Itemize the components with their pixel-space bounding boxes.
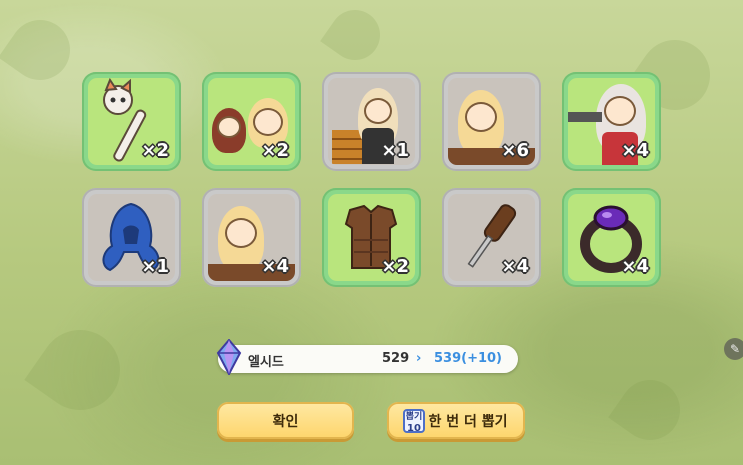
item-quantity: ×1 [381, 140, 409, 161]
reward-item-character-card-2[interactable]: ×1 [322, 72, 421, 171]
background-leaf [24, 314, 136, 426]
reward-item-purple-gem-ring[interactable]: ×4 [562, 188, 661, 287]
item-quantity: ×2 [261, 140, 289, 161]
crystal-icon [216, 339, 242, 375]
reward-item-leather-armor[interactable]: ×2 [322, 188, 421, 287]
reward-item-character-card-3[interactable]: ×6 [442, 72, 541, 171]
pen-icon[interactable]: ✎ [724, 338, 743, 360]
item-quantity: ×2 [141, 140, 169, 161]
resource-arrow: › [416, 351, 422, 366]
character-face [604, 96, 636, 126]
confirm-button-label: 확인 [272, 413, 299, 430]
item-quantity: ×4 [621, 256, 649, 277]
resource-new-amount: 539(+10) [434, 351, 503, 366]
item-art: ×4 [448, 194, 535, 281]
item-quantity: ×4 [261, 256, 289, 277]
character-face [217, 116, 241, 138]
ticket-count: 10 [407, 423, 421, 434]
reward-item-screwdriver[interactable]: ×4 [442, 188, 541, 287]
item-art: ×1 [88, 194, 175, 281]
item-art: ×6 [448, 78, 535, 165]
ticket-label: 뽑기 [405, 412, 423, 422]
item-quantity: ×6 [501, 140, 529, 161]
item-quantity: ×2 [381, 256, 409, 277]
background-leaf [608, 368, 692, 452]
weapon [568, 112, 602, 122]
background-leaf [320, 0, 390, 70]
background-leaf [0, 8, 82, 92]
item-art: ×2 [328, 194, 415, 281]
draw-again-label: 한 번 더 뽑기 [428, 413, 508, 430]
item-art: ×4 [568, 194, 655, 281]
character-face [253, 108, 283, 136]
ticket-icon: 뽑기 10 [403, 409, 425, 434]
reward-item-character-card-5[interactable]: ×4 [202, 188, 301, 287]
stacked-boxes [332, 130, 362, 164]
reward-item-blue-hood[interactable]: ×1 [82, 188, 181, 287]
character-face [225, 218, 257, 248]
resource-name: 엘시드 [248, 355, 284, 370]
item-quantity: ×1 [141, 256, 169, 277]
reward-item-character-card-1[interactable]: ×2 [202, 72, 301, 171]
item-art: ×1 [328, 78, 415, 165]
item-art: ×4 [208, 194, 295, 281]
item-quantity: ×4 [621, 140, 649, 161]
item-art: ×2 [88, 78, 175, 165]
resource-bar: 엘시드 529 › 539(+10) [216, 339, 518, 375]
resource-old-amount: 529 [382, 351, 410, 366]
character-face [364, 98, 392, 124]
reward-item-cat-staff[interactable]: ×2 [82, 72, 181, 171]
item-art: ×4 [568, 78, 655, 165]
confirm-button[interactable]: 확인 [217, 402, 354, 439]
character-face [465, 102, 497, 132]
draw-again-button[interactable]: 뽑기 10 한 번 더 뽑기 [387, 402, 525, 439]
reward-grid: ×2 ×2 ×1 ×6 ×4 ×1 ×4 ×2 ×4 ×4 [82, 72, 662, 288]
reward-item-character-card-4[interactable]: ×4 [562, 72, 661, 171]
item-quantity: ×4 [501, 256, 529, 277]
item-art: ×2 [208, 78, 295, 165]
